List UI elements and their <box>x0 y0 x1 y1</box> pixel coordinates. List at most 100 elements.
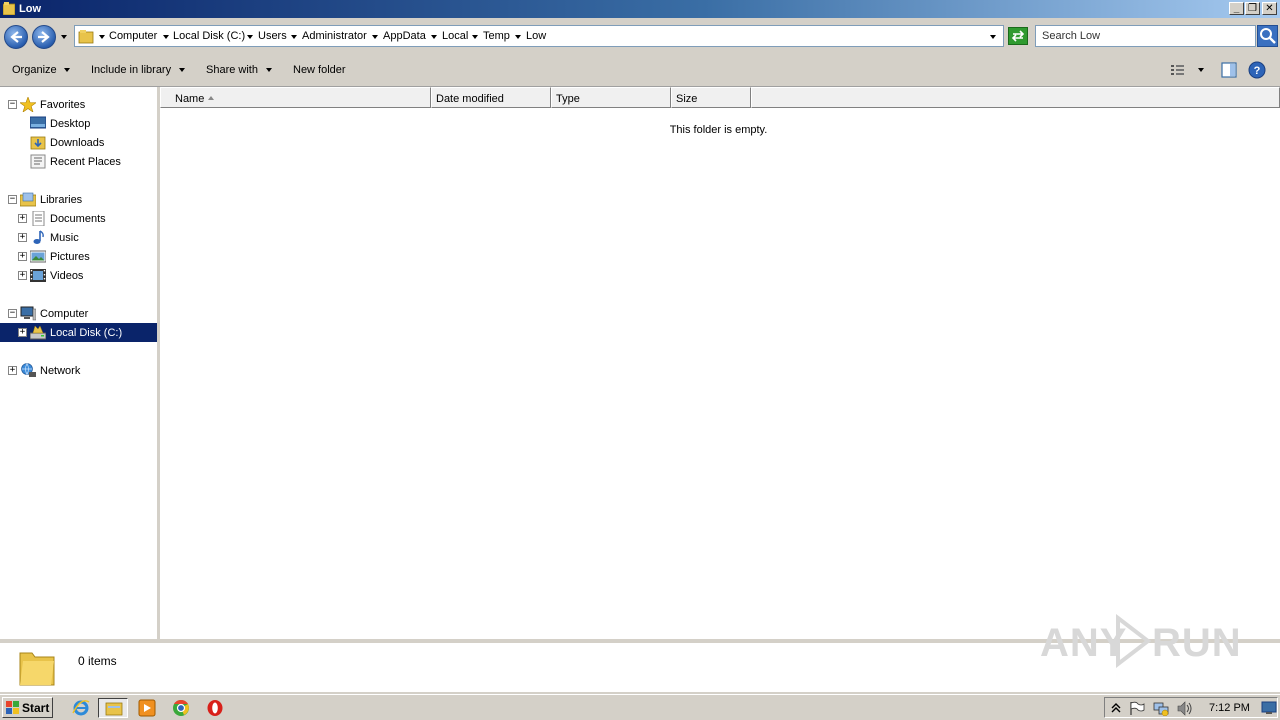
documents-icon <box>32 211 45 226</box>
restore-button[interactable]: ❐ <box>1245 2 1260 15</box>
help-icon[interactable]: ? <box>1248 61 1266 79</box>
expand-icon[interactable]: + <box>18 252 27 261</box>
tree-favorites[interactable]: − Favorites <box>0 95 157 114</box>
column-header-label: Size <box>676 93 698 105</box>
folder-icon <box>78 30 94 44</box>
close-button[interactable]: ✕ <box>1262 2 1277 15</box>
collapse-icon[interactable]: − <box>8 100 17 109</box>
share-with-menu[interactable]: Share with <box>206 64 258 76</box>
taskbar-internet-explorer[interactable] <box>70 698 92 718</box>
new-folder-button[interactable]: New folder <box>293 64 346 76</box>
column-header-label: Name <box>175 93 205 105</box>
forward-arrow-icon <box>38 31 50 43</box>
taskbar-windows-explorer[interactable] <box>98 698 128 718</box>
organize-menu[interactable]: Organize <box>12 64 57 76</box>
search-input[interactable]: Search Low <box>1035 25 1256 47</box>
tree-item-music[interactable]: + Music <box>0 228 157 247</box>
tree-libraries[interactable]: − Libraries <box>0 190 157 209</box>
network-status-icon[interactable] <box>1153 701 1169 716</box>
window-title-bar[interactable]: Low _ ❐ ✕ <box>0 0 1280 18</box>
tree-item-desktop[interactable]: Desktop <box>0 114 157 133</box>
refresh-button[interactable] <box>1008 27 1028 45</box>
tree-item-recent-places[interactable]: Recent Places <box>0 152 157 171</box>
expand-icon[interactable]: + <box>18 271 27 280</box>
tree-libraries-label: Libraries <box>40 194 83 206</box>
breadcrumb-users[interactable]: Users <box>258 30 287 42</box>
breadcrumb-separator-dropdown[interactable] <box>372 35 378 39</box>
preview-pane-icon[interactable] <box>1221 62 1237 78</box>
expand-icon[interactable]: + <box>18 214 27 223</box>
organize-dropdown-icon[interactable] <box>64 68 70 72</box>
breadcrumb-temp[interactable]: Temp <box>483 30 510 42</box>
internet-explorer-icon <box>72 700 90 716</box>
taskbar-media-player[interactable] <box>136 698 158 718</box>
column-header-label: Type <box>556 93 580 105</box>
address-row: Computer Local Disk (C:) Users Administr… <box>0 18 1280 54</box>
view-options-dropdown-icon[interactable] <box>1198 68 1204 72</box>
tree-network[interactable]: + Network <box>0 361 157 380</box>
svg-text:ANY: ANY <box>1040 621 1127 665</box>
forward-button[interactable] <box>32 25 56 49</box>
breadcrumb-appdata[interactable]: AppData <box>383 30 426 42</box>
start-button[interactable]: Start <box>2 697 53 718</box>
taskbar-chrome[interactable] <box>170 698 192 718</box>
expand-icon[interactable]: + <box>18 328 27 337</box>
recent-places-icon <box>30 154 46 169</box>
breadcrumb-separator-dropdown[interactable] <box>472 35 478 39</box>
tree-item-documents[interactable]: + Documents <box>0 209 157 228</box>
share-with-dropdown-icon[interactable] <box>266 68 272 72</box>
breadcrumb-separator-dropdown[interactable] <box>431 35 437 39</box>
system-tray: 7:12 PM <box>1104 697 1278 718</box>
include-in-library-dropdown-icon[interactable] <box>179 68 185 72</box>
minimize-button[interactable]: _ <box>1229 2 1244 15</box>
breadcrumb-separator-dropdown[interactable] <box>515 35 521 39</box>
show-desktop-icon[interactable] <box>1261 701 1277 715</box>
file-list-pane[interactable]: Name Date modified Type Size This folder… <box>160 87 1280 639</box>
taskbar: Start 7:12 PM <box>0 694 1280 720</box>
address-bar[interactable]: Computer Local Disk (C:) Users Administr… <box>74 25 1004 47</box>
breadcrumb-computer[interactable]: Computer <box>109 30 157 42</box>
star-icon <box>20 97 36 112</box>
column-header-filler <box>751 87 1280 108</box>
action-center-flag-icon[interactable] <box>1129 701 1145 716</box>
expand-icon[interactable]: + <box>8 366 17 375</box>
breadcrumb-local-disk[interactable]: Local Disk (C:) <box>173 30 245 42</box>
volume-icon[interactable] <box>1177 701 1193 716</box>
clock[interactable]: 7:12 PM <box>1209 702 1250 714</box>
recent-pages-dropdown[interactable] <box>61 35 67 39</box>
tree-item-local-disk[interactable]: + Local Disk (C:) <box>0 323 157 342</box>
tree-item-videos[interactable]: + Videos <box>0 266 157 285</box>
taskbar-opera[interactable] <box>204 698 226 718</box>
change-view-icon[interactable] <box>1170 63 1186 77</box>
local-disk-icon <box>30 325 46 340</box>
network-icon <box>21 363 36 377</box>
breadcrumb-local[interactable]: Local <box>442 30 468 42</box>
tree-item-downloads[interactable]: Downloads <box>0 133 157 152</box>
breadcrumb-separator-dropdown[interactable] <box>247 35 253 39</box>
expand-icon[interactable]: + <box>18 233 27 242</box>
breadcrumb-low[interactable]: Low <box>526 30 546 42</box>
collapse-icon[interactable]: − <box>8 309 17 318</box>
breadcrumb-administrator[interactable]: Administrator <box>302 30 367 42</box>
collapse-icon[interactable]: − <box>8 195 17 204</box>
search-button[interactable] <box>1257 25 1278 47</box>
column-header-name[interactable]: Name <box>160 87 431 108</box>
tree-computer[interactable]: − Computer <box>0 304 157 323</box>
opera-icon <box>207 700 223 716</box>
breadcrumb-separator-dropdown[interactable] <box>163 35 169 39</box>
column-header-type[interactable]: Type <box>551 87 671 108</box>
column-header-size[interactable]: Size <box>671 87 751 108</box>
tree-item-pictures[interactable]: + Pictures <box>0 247 157 266</box>
back-button[interactable] <box>4 25 28 49</box>
column-header-date-modified[interactable]: Date modified <box>431 87 551 108</box>
music-note-icon <box>33 230 44 244</box>
address-history-dropdown[interactable] <box>990 35 996 39</box>
command-bar: Organize Include in library Share with N… <box>0 54 1280 87</box>
computer-icon <box>20 306 36 321</box>
breadcrumb-separator-dropdown[interactable] <box>291 35 297 39</box>
sort-ascending-icon <box>208 96 214 100</box>
breadcrumb-root-dropdown[interactable] <box>99 35 105 39</box>
show-hidden-icons-icon[interactable] <box>1111 703 1121 713</box>
tree-item-label: Pictures <box>50 251 90 263</box>
include-in-library-menu[interactable]: Include in library <box>91 64 171 76</box>
